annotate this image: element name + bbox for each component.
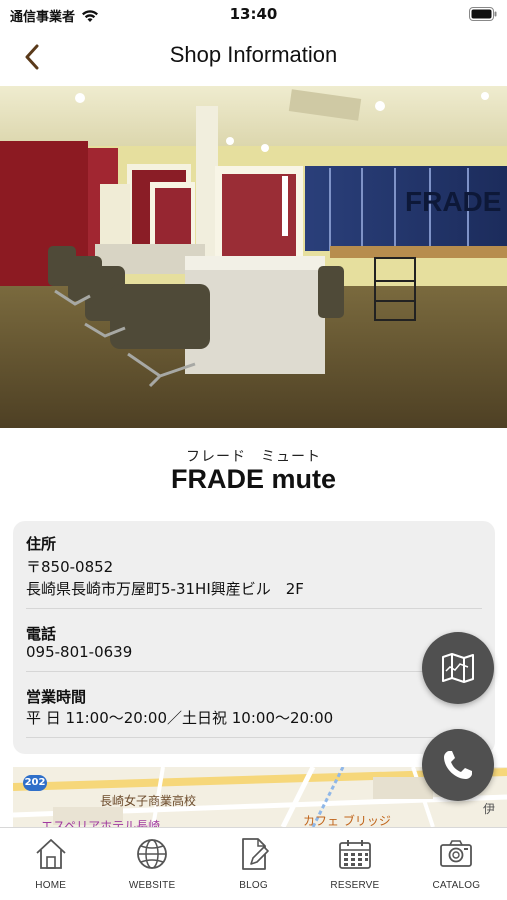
phone-section[interactable]: 電話 095-801-0639 — [26, 609, 482, 672]
status-time: 13:40 — [229, 5, 278, 23]
open-map-button[interactable] — [422, 632, 494, 704]
shop-name: FRADE mute — [170, 464, 336, 494]
address-label: 住所 — [26, 535, 57, 553]
navigation-bar: Shop Information — [0, 28, 507, 86]
tab-catalog[interactable]: CATALOG — [406, 828, 507, 900]
map-label-cafe: カフェ ブリッジ — [303, 814, 391, 827]
phone-number[interactable]: 095-801-0639 — [26, 641, 132, 663]
tab-label-website: WEBSITE — [128, 880, 176, 891]
address-section: 住所 〒850-0852 長崎県長崎市万屋町5-31HI興産ビル 2F — [26, 531, 482, 609]
map-icon — [442, 653, 474, 683]
map-label-school: 長崎女子商業高校 — [100, 794, 197, 808]
address-line: 長崎県長崎市万屋町5-31HI興産ビル 2F — [26, 580, 304, 598]
tab-website[interactable]: WEBSITE — [101, 828, 202, 900]
tab-label-catalog: CATALOG — [432, 880, 481, 891]
tab-reserve[interactable]: RESERVE — [304, 828, 405, 900]
map-label-edge: 伊 — [483, 802, 496, 816]
hours-section: 営業時間 平 日 11:00～20:00／土日祝 10:00～20:00 — [26, 672, 482, 738]
home-icon — [36, 839, 66, 869]
hours-value: 平 日 11:00～20:00／土日祝 10:00～20:00 — [26, 709, 334, 727]
tab-blog[interactable]: BLOG — [203, 828, 304, 900]
battery-icon — [469, 7, 497, 21]
shop-name-kana: フレード ミュート — [186, 449, 321, 465]
call-button[interactable] — [422, 729, 494, 801]
camera-icon — [440, 840, 473, 867]
shop-info-card: 住所 〒850-0852 長崎県長崎市万屋町5-31HI興産ビル 2F 電話 0… — [13, 521, 495, 754]
page-title: Shop Information — [169, 42, 338, 67]
storefront-sign: FRADE — [405, 186, 501, 217]
tab-home[interactable]: HOME — [0, 828, 101, 900]
shop-photo: FRADE — [0, 86, 507, 428]
blog-edit-icon — [241, 838, 269, 870]
bottom-tab-bar: HOME WEBSITE BLOG RESERVE CATALOG — [0, 827, 507, 900]
hours-label: 営業時間 — [26, 688, 87, 706]
phone-icon — [444, 751, 472, 779]
tab-label-reserve: RESERVE — [330, 880, 380, 891]
tab-label-home: HOME — [35, 880, 67, 891]
tab-label-blog: BLOG — [239, 880, 268, 891]
postal-code: 〒850-0852 — [26, 558, 114, 576]
status-bar: 通信事業者 13:40 — [0, 0, 507, 28]
calendar-icon — [339, 840, 371, 869]
globe-icon — [137, 839, 168, 869]
map-label-hotel: エスペリアホテル長崎 — [41, 819, 161, 827]
route-badge: 202 — [23, 775, 47, 791]
